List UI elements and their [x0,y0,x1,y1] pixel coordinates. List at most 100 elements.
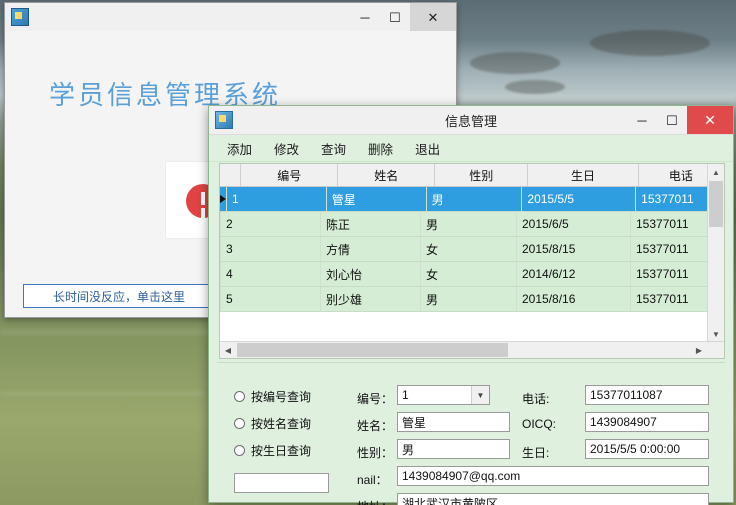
cell-sex: 女 [421,237,517,261]
wallpaper-detail [0,330,210,334]
grid-header-row: 编号 姓名 性别 生日 电话 [220,164,724,187]
screen: ─ ☐ ✕ 学员信息管理系统 长时间没反应，单击这里 信息管理 ─ ☐ ✕ 添加 [0,0,736,505]
radio-icon [234,418,245,429]
table-row[interactable]: 2 陈正 男 2015/6/5 15377011 [220,212,724,237]
background-window-titlebar[interactable]: ─ ☐ ✕ [5,3,456,32]
grid-header-sex[interactable]: 性别 [435,164,529,186]
cell-id: 3 [221,237,321,261]
menu-item-exit[interactable]: 退出 [415,139,440,158]
table-row[interactable]: 5 别少雄 男 2015/8/16 15377011 [220,287,724,312]
wallpaper-detail [460,96,736,102]
scroll-right-icon[interactable]: ▶ [691,342,707,358]
label-mail: nail： [357,473,388,487]
cell-tel: 15377011 [631,237,719,261]
id-combobox-value: 1 [402,388,409,402]
wallpaper-detail [470,52,560,74]
cell-name: 别少雄 [321,287,421,311]
cell-birthday: 2015/8/16 [517,287,631,311]
label-oicq: OICQ: [522,417,557,431]
table-row[interactable]: 1 管星 男 2015/5/5 15377011 [220,187,724,212]
cell-sex: 男 [421,212,517,236]
wallpaper-detail [0,392,205,395]
cell-birthday: 2015/8/15 [517,237,631,261]
label-birthday: 生日: [522,446,550,460]
maximize-button[interactable]: ☐ [380,3,410,31]
cell-birthday: 2015/5/5 [522,187,637,211]
cell-tel: 15377011 [631,262,719,286]
scroll-left-icon[interactable]: ◀ [220,342,236,358]
app-icon [11,8,29,26]
search-keyword-input[interactable] [234,473,329,493]
menu-item-query[interactable]: 查询 [321,139,346,158]
radio-label: 按姓名查询 [251,417,312,431]
maximize-button[interactable]: ☐ [657,106,687,134]
radio-label: 按生日查询 [251,444,312,458]
close-button[interactable]: ✕ [687,106,733,134]
chevron-down-icon[interactable]: ▼ [471,386,489,404]
info-management-window[interactable]: 信息管理 ─ ☐ ✕ 添加 修改 查询 删除 退出 编号 姓名 性别 生日 电话 [208,105,734,505]
info-window-controls: ─ ☐ ✕ [627,106,733,134]
radio-query-by-id[interactable]: 按编号查询 [234,388,311,405]
grid-vertical-scrollbar[interactable]: ▲ ▼ [707,164,724,342]
row-selector[interactable] [220,187,227,211]
oicq-input[interactable]: 1439084907 [585,412,709,432]
menu-bar: 添加 修改 查询 删除 退出 [209,135,733,162]
label-name: 姓名： [357,419,394,433]
name-input[interactable]: 管星 [397,412,510,432]
menu-item-delete[interactable]: 删除 [368,139,393,158]
radio-query-by-name[interactable]: 按姓名查询 [234,415,311,432]
label-id: 编号： [357,392,394,406]
address-input[interactable]: 湖北武汉市黄陂区 [397,493,709,505]
grid-header-select [220,164,242,186]
cell-name: 方倩 [321,237,421,261]
cell-birthday: 2014/6/12 [517,262,631,286]
menu-item-modify[interactable]: 修改 [274,139,299,158]
menu-item-add[interactable]: 添加 [227,139,252,158]
cell-sex: 女 [421,262,517,286]
cell-sex: 男 [421,287,517,311]
birthday-input[interactable]: 2015/5/5 0:00:00 [585,439,709,459]
radio-icon [234,445,245,456]
no-response-button[interactable]: 长时间没反应，单击这里 [23,284,215,308]
vertical-scroll-thumb[interactable] [709,181,723,227]
close-button[interactable]: ✕ [410,3,456,31]
id-combobox[interactable]: 1 ▼ [397,385,490,405]
scroll-down-icon[interactable]: ▼ [708,326,724,342]
cell-name: 刘心怡 [321,262,421,286]
sex-input[interactable]: 男 [397,439,510,459]
detail-form: 按编号查询 按姓名查询 按生日查询 立即搜索 编号： 1 ▼ 姓名： 管星 性别… [209,364,733,505]
grid-header-name[interactable]: 姓名 [338,164,436,186]
cell-id: 4 [221,262,321,286]
divider [217,362,725,363]
background-window-controls: ─ ☐ ✕ [350,3,456,31]
cell-name: 管星 [326,187,427,211]
wallpaper-detail [505,80,565,94]
label-sex: 性别： [357,446,394,460]
info-window-titlebar[interactable]: 信息管理 ─ ☐ ✕ [209,106,733,135]
wallpaper-detail [590,30,710,56]
horizontal-scroll-thumb[interactable] [237,343,508,357]
cell-birthday: 2015/6/5 [517,212,631,236]
tel-input[interactable]: 15377011087 [585,385,709,405]
radio-label: 按编号查询 [251,390,312,404]
cell-sex: 男 [426,187,523,211]
grid-header-id[interactable]: 编号 [241,164,339,186]
label-address: 地址： [357,498,393,505]
radio-icon [234,391,245,402]
table-row[interactable]: 4 刘心怡 女 2014/6/12 15377011 [220,262,724,287]
minimize-button[interactable]: ─ [627,106,657,134]
radio-query-by-birthday[interactable]: 按生日查询 [234,442,311,459]
cell-name: 陈正 [321,212,421,236]
cell-tel: 15377011 [631,212,719,236]
cell-id: 1 [226,187,327,211]
row-arrow-icon [220,195,226,203]
grid-header-birthday[interactable]: 生日 [528,164,639,186]
data-grid[interactable]: 编号 姓名 性别 生日 电话 1 管星 男 2015/5/5 15377011 … [219,163,725,359]
scroll-up-icon[interactable]: ▲ [708,164,724,180]
mail-input[interactable]: 1439084907@qq.com [397,466,709,486]
table-row[interactable]: 3 方倩 女 2015/8/15 15377011 [220,237,724,262]
minimize-button[interactable]: ─ [350,3,380,31]
cell-id: 2 [221,212,321,236]
cell-tel: 15377011 [631,287,719,311]
grid-horizontal-scrollbar[interactable]: ◀ ▶ [220,341,724,358]
